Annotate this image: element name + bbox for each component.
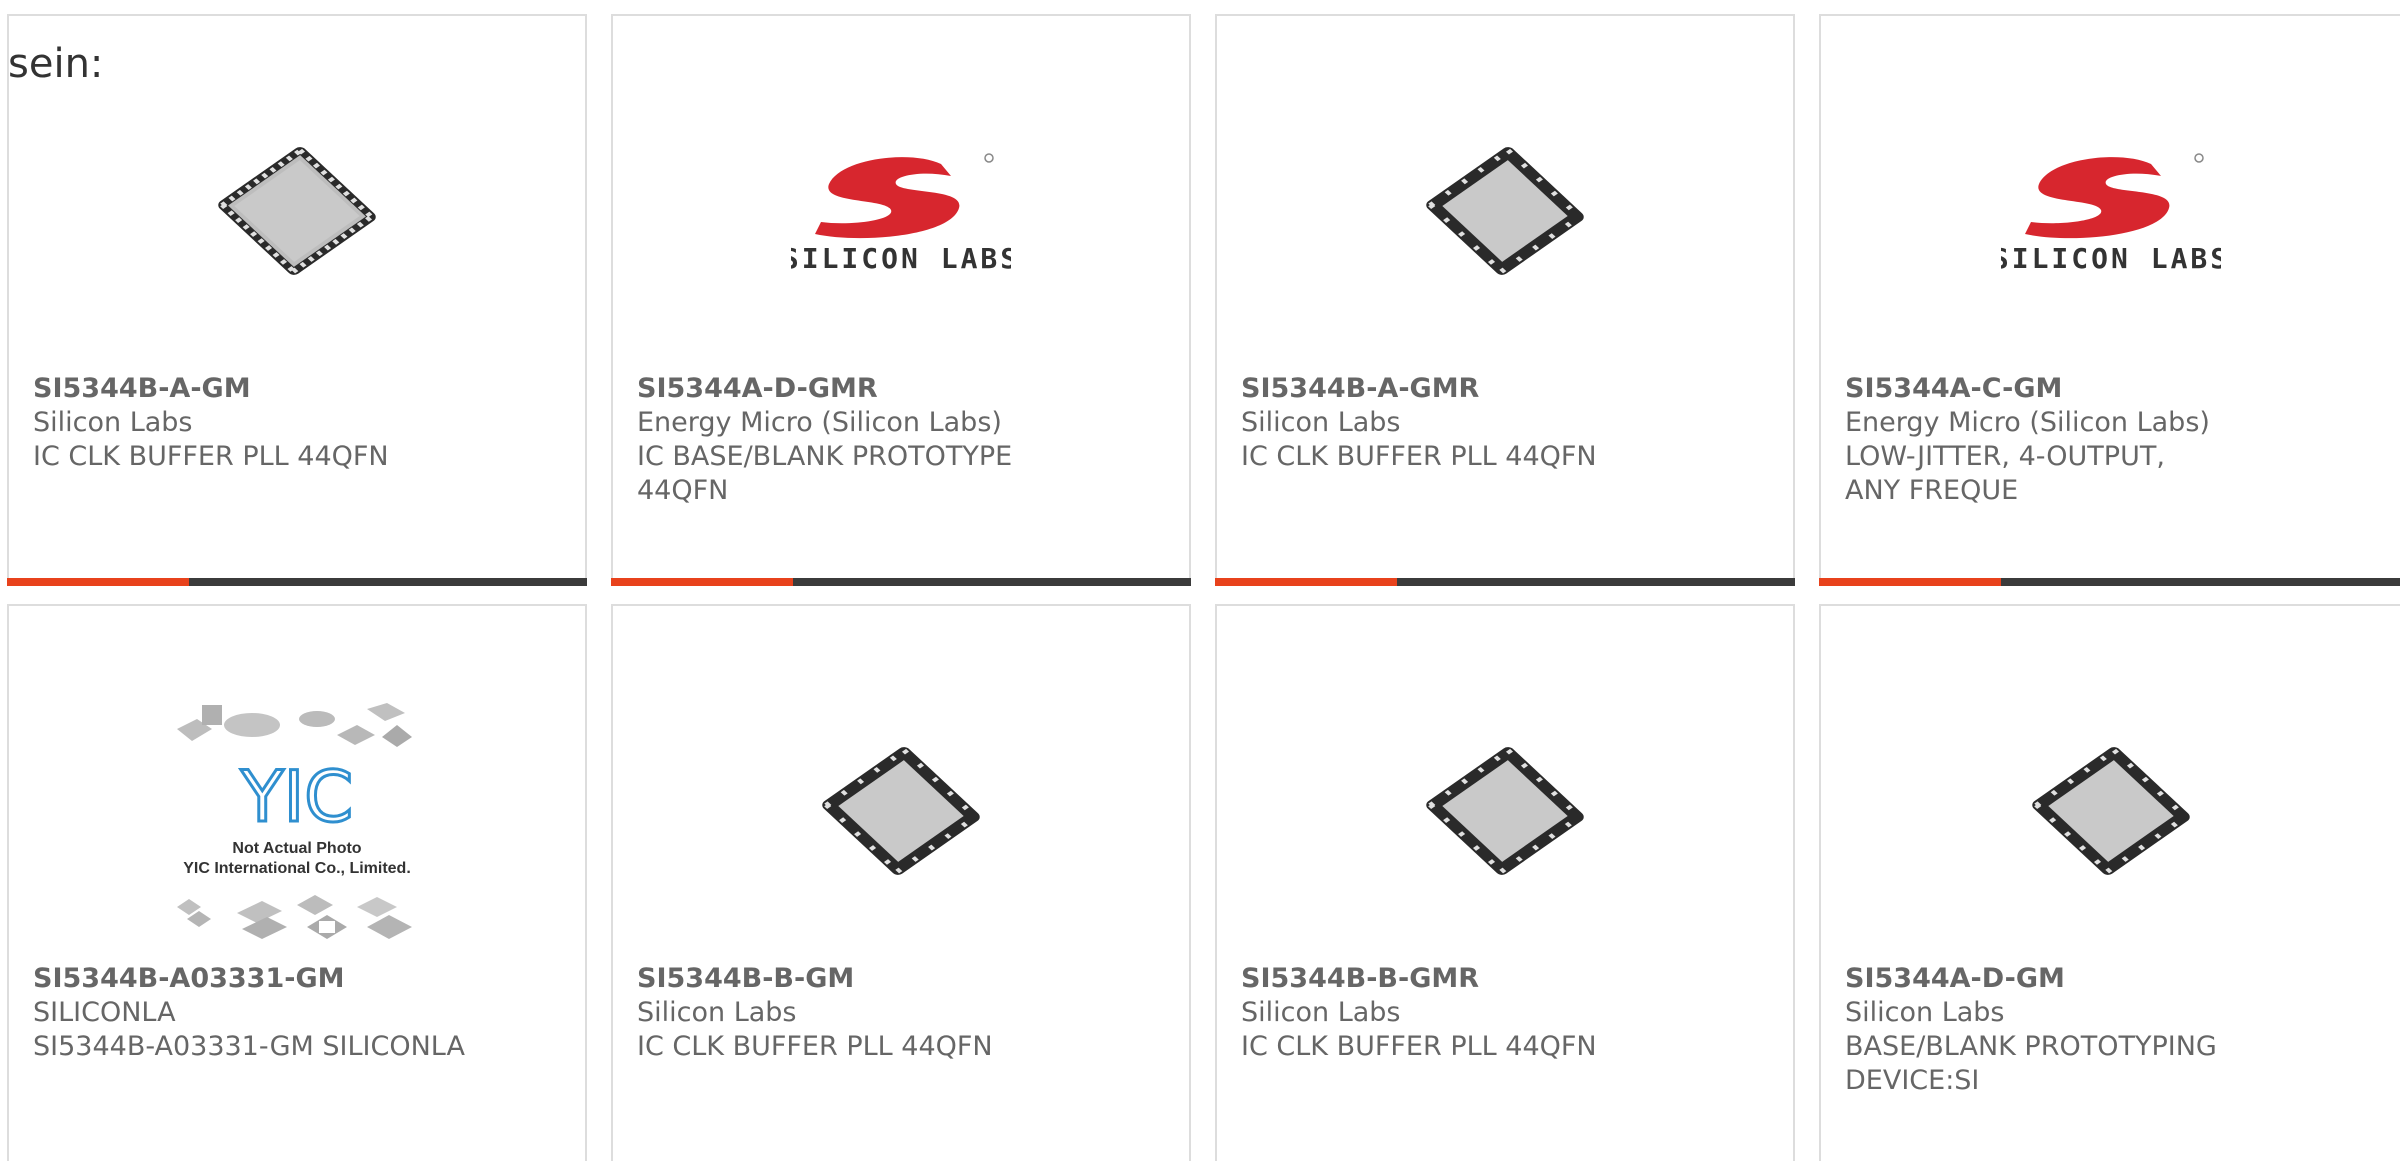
manufacturer: Silicon Labs <box>33 407 193 438</box>
description: SI5344B-A03331-GM SILICONLA <box>33 1031 465 1062</box>
qfn-chip-icon <box>822 747 980 875</box>
manufacturer: Silicon Labs <box>1241 997 1401 1028</box>
logo-text: SILICON LABS <box>791 242 1011 275</box>
product-image: SILICON LABS <box>1821 86 2400 336</box>
yic-placeholder-image: YIC Not Actual Photo YIC International C… <box>177 703 412 939</box>
silicon-labs-logo: SILICON LABS <box>791 153 1011 275</box>
product-info: SI5344B-A-GMR Silicon Labs IC CLK BUFFER… <box>1241 372 1769 474</box>
part-number[interactable]: SI5344A-D-GM <box>1845 962 2376 996</box>
manufacturer: Energy Micro (Silicon Labs) <box>1845 407 2210 438</box>
manufacturer: Silicon Labs <box>1845 997 2005 1028</box>
qfn-chip-icon <box>2031 747 2190 875</box>
product-info: SI5344B-A-GM Silicon Labs IC CLK BUFFER … <box>33 372 561 474</box>
qfn-chip-icon <box>1426 147 1584 275</box>
product-card[interactable]: SILICON LABS SI5344A-C-GM Energy Micro (… <box>1819 14 2400 586</box>
product-image <box>1821 686 2400 936</box>
product-info: SI5344B-B-GM Silicon Labs IC CLK BUFFER … <box>637 962 1165 1064</box>
product-image <box>613 686 1189 936</box>
manufacturer: SILICONLA <box>33 997 176 1028</box>
product-grid-page: sein: SI5344B-A-GM Silicon Labs IC CLK B… <box>0 0 2400 1161</box>
card-bottom-bar <box>1819 578 2400 586</box>
product-card[interactable]: SI5344B-A-GM Silicon Labs IC CLK BUFFER … <box>7 14 587 586</box>
card-bottom-bar <box>611 578 1191 586</box>
description: IC CLK BUFFER PLL 44QFN <box>637 1031 993 1062</box>
qfn-chip-icon <box>1426 747 1584 875</box>
silicon-labs-logo: SILICON LABS <box>2001 153 2221 275</box>
description: LOW-JITTER, 4-OUTPUT, ANY FREQUE <box>1845 441 2165 506</box>
card-accent <box>7 578 189 586</box>
product-info: SI5344A-D-GM Silicon Labs BASE/BLANK PRO… <box>1845 962 2376 1098</box>
description: IC BASE/BLANK PROTOTYPE 44QFN <box>637 441 1013 506</box>
card-bottom-bar <box>1215 578 1795 586</box>
manufacturer: Energy Micro (Silicon Labs) <box>637 407 1002 438</box>
description: BASE/BLANK PROTOTYPING DEVICE:SI <box>1845 1031 2217 1096</box>
product-card[interactable]: SILICON LABS SI5344A-D-GMR Energy Micro … <box>611 14 1191 586</box>
part-number[interactable]: SI5344A-C-GM <box>1845 372 2376 406</box>
part-number[interactable]: SI5344B-A-GMR <box>1241 372 1769 406</box>
placeholder-caption-1: Not Actual Photo <box>232 840 361 857</box>
product-image <box>9 86 585 336</box>
placeholder-caption-2: YIC International Co., Limited. <box>183 860 411 877</box>
product-card[interactable]: YIC Not Actual Photo YIC International C… <box>7 604 587 1161</box>
product-info: SI5344A-D-GMR Energy Micro (Silicon Labs… <box>637 372 1165 508</box>
part-number[interactable]: SI5344B-A03331-GM <box>33 962 561 996</box>
manufacturer: Silicon Labs <box>1241 407 1401 438</box>
yic-logo-text: YIC <box>240 756 353 838</box>
card-bottom-bar <box>7 578 587 586</box>
product-image: YIC Not Actual Photo YIC International C… <box>9 696 585 946</box>
part-number[interactable]: SI5344B-A-GM <box>33 372 561 406</box>
intro-text: sein: <box>8 41 104 87</box>
manufacturer: Silicon Labs <box>637 997 797 1028</box>
description: IC CLK BUFFER PLL 44QFN <box>1241 1031 1597 1062</box>
part-number[interactable]: SI5344B-B-GMR <box>1241 962 1769 996</box>
card-accent <box>611 578 793 586</box>
qfn-chip-icon <box>218 147 376 275</box>
product-image <box>1217 86 1793 336</box>
card-accent <box>1215 578 1397 586</box>
product-image <box>1217 686 1793 936</box>
product-card[interactable]: SI5344B-A-GMR Silicon Labs IC CLK BUFFER… <box>1215 14 1795 586</box>
product-info: SI5344B-B-GMR Silicon Labs IC CLK BUFFER… <box>1241 962 1769 1064</box>
card-accent <box>1819 578 2001 586</box>
part-number[interactable]: SI5344A-D-GMR <box>637 372 1165 406</box>
product-info: SI5344B-A03331-GM SILICONLA SI5344B-A033… <box>33 962 561 1064</box>
description: IC CLK BUFFER PLL 44QFN <box>1241 441 1597 472</box>
product-info: SI5344A-C-GM Energy Micro (Silicon Labs)… <box>1845 372 2376 508</box>
description: IC CLK BUFFER PLL 44QFN <box>33 441 389 472</box>
product-image: SILICON LABS <box>613 86 1189 336</box>
product-card[interactable]: SI5344B-B-GMR Silicon Labs IC CLK BUFFER… <box>1215 604 1795 1161</box>
product-card[interactable]: SI5344B-B-GM Silicon Labs IC CLK BUFFER … <box>611 604 1191 1161</box>
logo-text: SILICON LABS <box>2001 242 2221 275</box>
part-number[interactable]: SI5344B-B-GM <box>637 962 1165 996</box>
product-card[interactable]: SI5344A-D-GM Silicon Labs BASE/BLANK PRO… <box>1819 604 2400 1161</box>
